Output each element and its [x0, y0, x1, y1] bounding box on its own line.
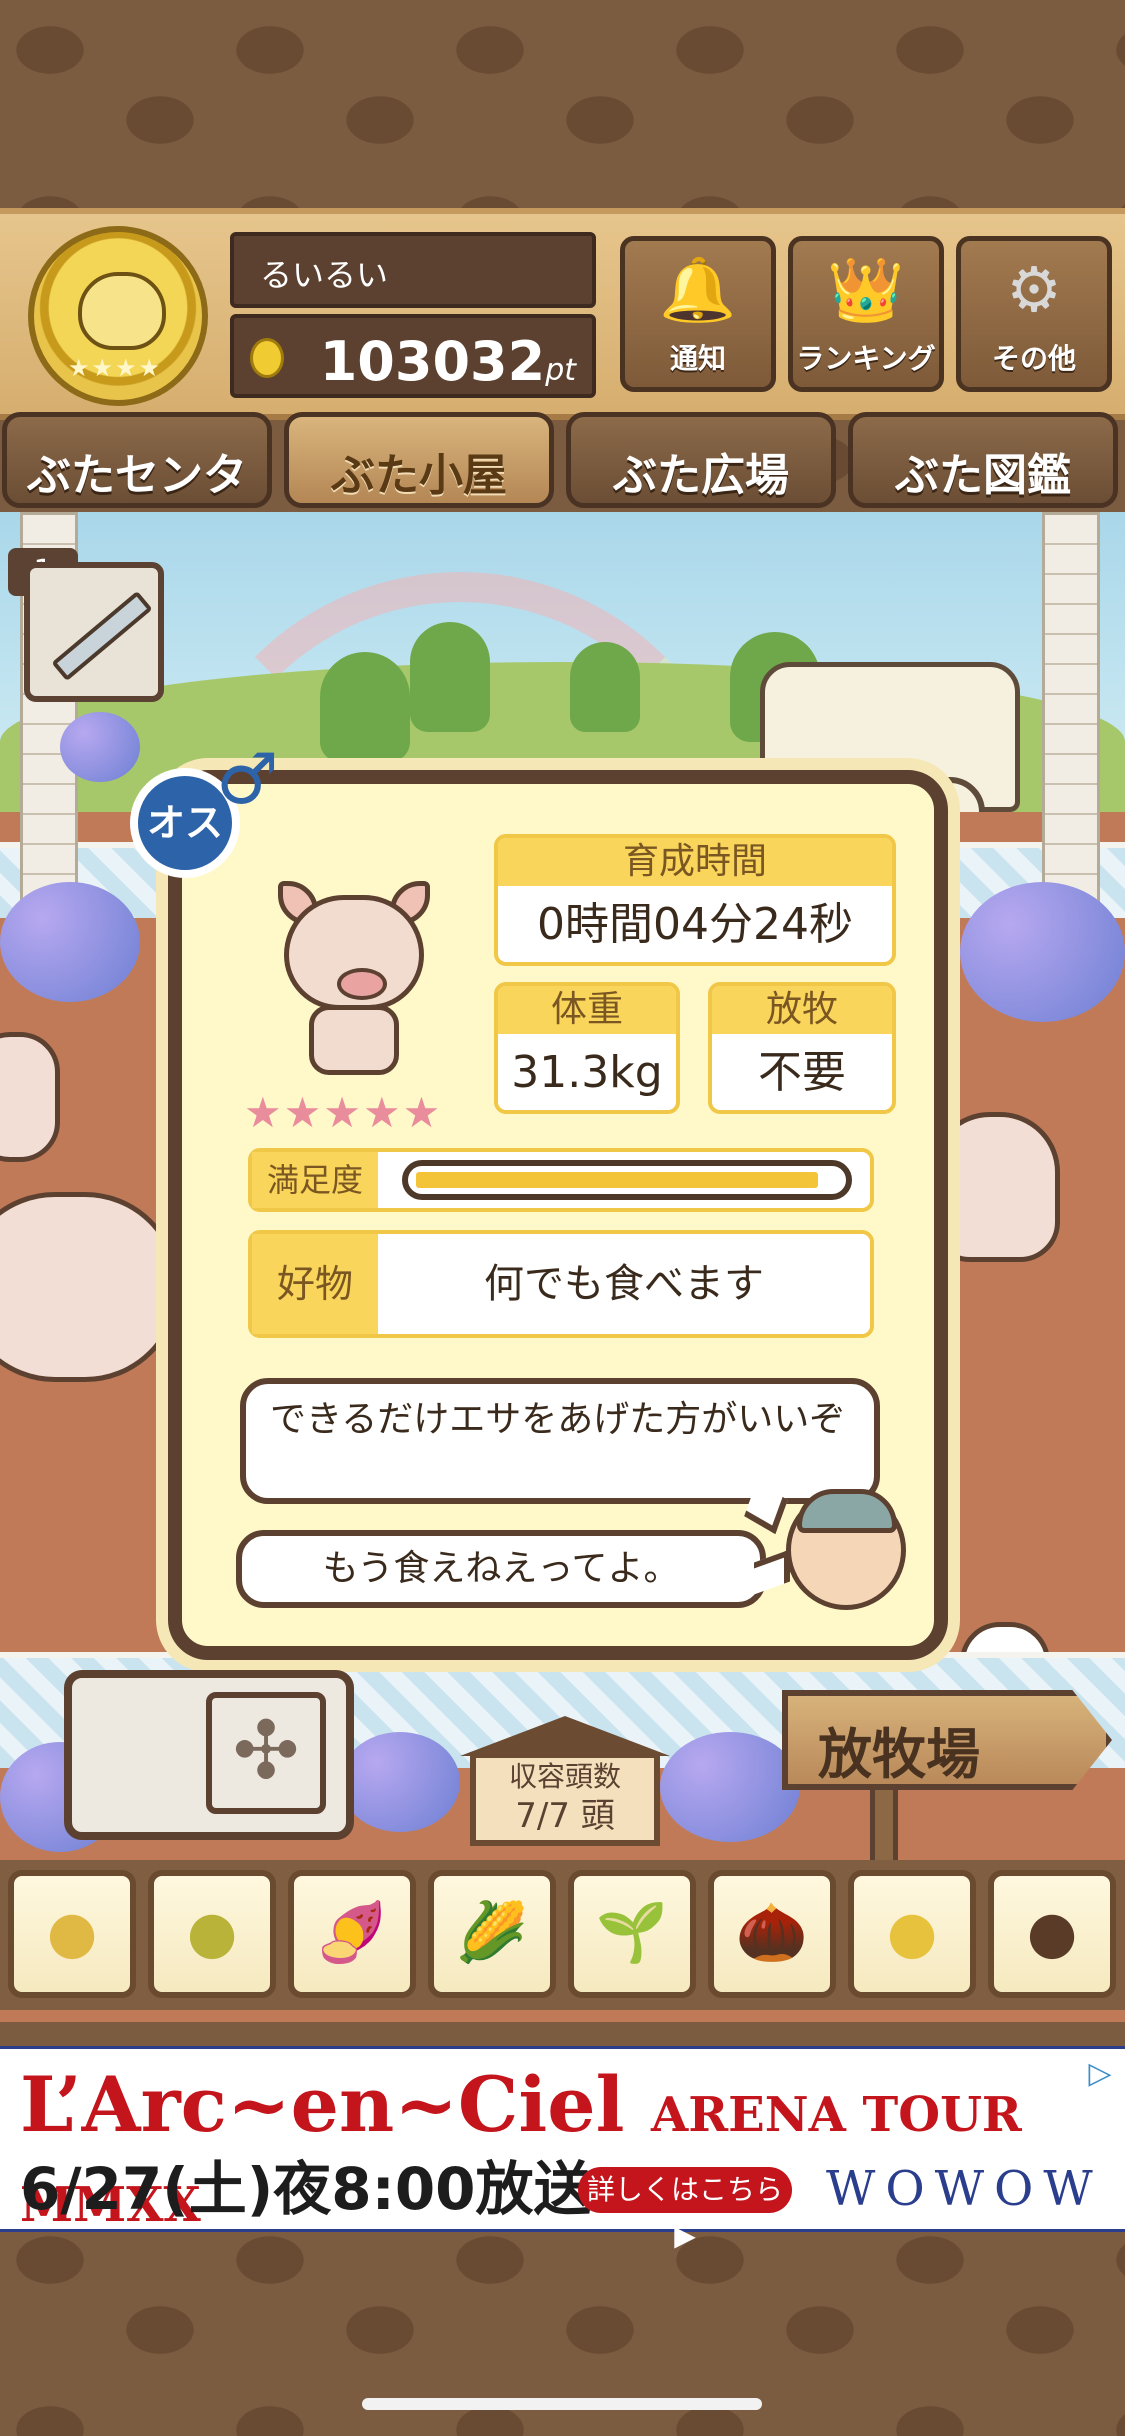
main-nav: ぶたセンター ぶた小屋 ぶた広場 ぶた図鑑	[0, 412, 1125, 565]
farmer-avatar	[786, 1489, 906, 1610]
player-name-plate: るいるい	[230, 232, 596, 308]
capacity-sign-board: 収容頭数 7/7 頭	[470, 1752, 660, 1846]
tree	[410, 622, 490, 732]
bell-icon: 🔔	[659, 253, 737, 326]
ad-brand: WOWOW	[826, 2161, 1103, 2217]
fan-icon: ✣	[206, 1692, 326, 1814]
bean-plate-icon: ●	[886, 1898, 938, 1966]
favorite-food-row: 好物 何でも食べます	[248, 1230, 874, 1338]
hydrangea	[340, 1732, 460, 1832]
satisfaction-bar-fill	[416, 1172, 818, 1188]
pig-standing[interactable]	[930, 1112, 1060, 1262]
coin-icon	[250, 338, 284, 378]
food-corn-button[interactable]: 🌽	[428, 1870, 556, 1998]
ad-details-button[interactable]: 詳しくはこちら▶	[578, 2167, 792, 2252]
rank-stars: ★★★★	[68, 354, 163, 382]
other-button[interactable]: ⚙ その他	[956, 236, 1112, 392]
tree	[320, 652, 410, 762]
satisfaction-label: 満足度	[252, 1152, 378, 1208]
weight-label: 体重	[498, 986, 676, 1034]
hydrangea	[960, 882, 1125, 1022]
advice-speech-bubble: できるだけエサをあげた方がいいぞ	[240, 1378, 880, 1535]
syringe-item-button[interactable]	[24, 562, 164, 702]
notification-button[interactable]: 🔔 通知	[620, 236, 776, 392]
rarity-stars: ★★★★★	[244, 1088, 443, 1137]
notification-label: 通知	[669, 342, 726, 375]
pasture-sign-label: 放牧場	[818, 1723, 980, 1786]
food-soybean-button[interactable]: 🌱	[568, 1870, 696, 1998]
syringe-icon	[51, 590, 153, 682]
ad-banner[interactable]: L’Arc~en~Ciel ARENA TOUR MMXX 6/27(土)夜8:…	[0, 2046, 1125, 2252]
grazing-label: 放牧	[712, 986, 892, 1034]
male-symbol-icon: ♂	[216, 738, 279, 820]
capacity-sign: 収容頭数 7/7 頭	[450, 1716, 680, 1846]
advice-text: できるだけエサをあげた方がいいぞ	[270, 1399, 846, 1440]
truffle-plate-icon: ●	[1026, 1898, 1078, 1966]
pasture-signpost-button[interactable]: 放牧場	[782, 1690, 1112, 1790]
grazing-value: 不要	[758, 1047, 846, 1098]
weight-value: 31.3kg	[511, 1047, 663, 1098]
capacity-value: 7/7 頭	[515, 1796, 615, 1836]
pig-quote-text: もう食えねえってよ。	[322, 1548, 680, 1589]
corn-icon: 🌽	[455, 1898, 529, 1966]
pig-zzz[interactable]	[0, 1032, 60, 1162]
tab-buta-center[interactable]: ぶたセンター	[2, 412, 272, 565]
ranking-button[interactable]: 👑 ランキング	[788, 236, 944, 392]
tree	[570, 642, 640, 732]
capacity-label: 収容頭数	[508, 1760, 621, 1793]
food-acorn-button[interactable]: 🌰	[708, 1870, 836, 1998]
food-truffle-plate-button[interactable]: ●	[988, 1870, 1116, 1998]
environment-control-panel[interactable]: ✣	[64, 1670, 354, 1840]
header-bar: ★★★★ るいるい 103032pt 🔔 通知 👑 ランキング ⚙ その他	[0, 208, 1125, 420]
hydrangea	[0, 882, 140, 1002]
raising-time-value: 0時間04分24秒	[537, 899, 853, 950]
player-rank-medal[interactable]: ★★★★	[28, 226, 208, 406]
gear-icon: ⚙	[1006, 253, 1062, 326]
ad-choices-icon[interactable]: ▷	[1083, 2057, 1117, 2091]
pig-face-icon	[78, 272, 166, 350]
hydrangea	[660, 1732, 800, 1842]
weight-card: 体重 31.3kg	[494, 982, 680, 1114]
food-grain-pile-button[interactable]: ●	[8, 1870, 136, 1998]
capacity-sign-roof	[460, 1716, 670, 1756]
points-value: 103032pt	[319, 330, 576, 393]
ranking-label: ランキング	[796, 342, 936, 375]
pig-head	[284, 895, 424, 1010]
grazing-card: 放牧 不要	[708, 982, 896, 1114]
food-bar: ● ● 🍠 🌽 🌱 🌰 ● ●	[0, 1860, 1125, 2010]
soybean-icon: 🌱	[595, 1898, 669, 1966]
home-indicator[interactable]	[362, 2398, 762, 2410]
quote-speech-bubble: もう食えねえってよ。	[236, 1530, 790, 1608]
player-name: るいるい	[260, 256, 389, 294]
tab-buta-plaza[interactable]: ぶた広場	[566, 412, 836, 508]
pig-snout	[337, 968, 387, 1000]
raising-time-label: 育成時間	[498, 838, 892, 886]
tab-buta-barn[interactable]: ぶた小屋	[284, 412, 554, 508]
food-sweet-potato-button[interactable]: 🍠	[288, 1870, 416, 1998]
tab-buta-encyclopedia[interactable]: ぶた図鑑	[848, 412, 1118, 508]
favorite-label: 好物	[252, 1234, 378, 1334]
food-bean-plate-button[interactable]: ●	[848, 1870, 976, 1998]
favorite-value: 何でも食べます	[484, 1261, 764, 1307]
acorn-icon: 🌰	[735, 1898, 809, 1966]
points-unit: pt	[545, 353, 576, 388]
satisfaction-bar	[402, 1160, 852, 1200]
points-plate: 103032pt	[230, 314, 596, 398]
ad-date: 6/27(土)夜8:00放送	[20, 2155, 592, 2223]
sweet-potato-icon: 🍠	[315, 1898, 389, 1966]
raising-time-card: 育成時間 0時間04分24秒	[494, 834, 896, 966]
farmer-cap	[797, 1489, 897, 1533]
food-mixed-grain-button[interactable]: ●	[148, 1870, 276, 1998]
crown-icon: 👑	[827, 253, 905, 326]
pillar-right	[1042, 512, 1100, 932]
other-label: その他	[991, 342, 1076, 375]
grain-pile-icon: ●	[46, 1898, 98, 1966]
satisfaction-row: 満足度	[248, 1148, 874, 1212]
pig-portrait	[264, 875, 444, 1085]
mixed-grain-icon: ●	[186, 1898, 238, 1966]
pig-body	[309, 1005, 399, 1075]
gender-badge: オス ♂	[120, 738, 280, 878]
